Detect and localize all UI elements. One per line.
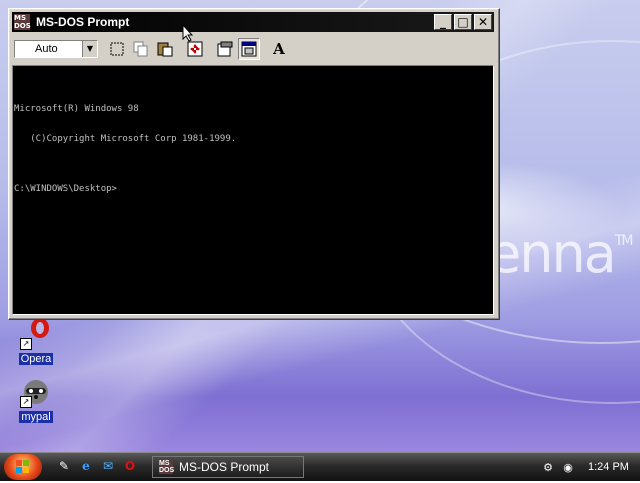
mouse-cursor-icon: [182, 23, 194, 45]
font-icon: A: [273, 40, 285, 58]
chevron-down-icon[interactable]: ▼: [82, 41, 97, 57]
taskbar: ✎ e ✉ O MS DOS MS-DOS Prompt ⚙ ◉ 1:24 PM: [0, 452, 640, 481]
maximize-icon: □: [457, 15, 469, 29]
quick-launch-ie[interactable]: e: [78, 458, 94, 474]
quick-launch-notepad[interactable]: ✎: [56, 458, 72, 474]
mypal-raccoon-icon: ↗: [20, 376, 52, 408]
console-line: (C)Copyright Microsoft Corp 1981-1999.: [14, 134, 237, 144]
wallpaper-brand: ennaTM: [488, 222, 633, 285]
desktop-icon-label: mypal: [19, 411, 53, 423]
quick-launch-outlook[interactable]: ✉: [100, 458, 116, 474]
start-button[interactable]: [4, 454, 42, 480]
maximize-button[interactable]: □: [454, 14, 472, 30]
console-line: Microsoft(R) Windows 98: [14, 104, 139, 114]
properties-button[interactable]: [214, 38, 236, 60]
console-prompt: C:\WINDOWS\Desktop>: [14, 184, 117, 194]
antivirus-icon[interactable]: ◉: [560, 459, 576, 475]
window-titlebar[interactable]: MS DOS MS-DOS Prompt _ □ ✕: [12, 12, 494, 32]
font-size-value: Auto: [35, 43, 58, 55]
mark-button[interactable]: [106, 38, 128, 60]
windows-logo-icon: [16, 460, 29, 473]
ms-dos-prompt-window[interactable]: MS DOS MS-DOS Prompt _ □ ✕ Auto ▼ A Micr…: [8, 8, 500, 320]
copy-icon: [133, 41, 148, 57]
opera-icon: O: [124, 459, 136, 473]
console-output[interactable]: Microsoft(R) Windows 98 (C)Copyright Mic…: [12, 65, 494, 315]
copy-button[interactable]: [130, 38, 152, 60]
shortcut-arrow-icon: ↗: [20, 396, 32, 408]
close-icon: ✕: [477, 15, 489, 29]
notepad-icon: ✎: [58, 459, 70, 473]
ie-icon: e: [82, 459, 90, 473]
window-toolbar: Auto ▼ A: [12, 36, 494, 62]
msdos-icon[interactable]: MS DOS: [14, 14, 31, 30]
background-icon: [241, 41, 257, 57]
font-size-select[interactable]: Auto ▼: [14, 40, 98, 58]
background-button[interactable]: [238, 38, 260, 60]
minimize-button[interactable]: _: [434, 14, 452, 30]
desktop-icon-opera[interactable]: ↗ Opera: [12, 318, 60, 365]
close-button[interactable]: ✕: [474, 14, 492, 30]
taskbar-button-ms-dos-prompt[interactable]: MS DOS MS-DOS Prompt: [152, 456, 304, 478]
clock[interactable]: 1:24 PM: [588, 461, 629, 473]
shortcut-arrow-icon: ↗: [20, 338, 32, 350]
system-tray: ⚙ ◉ 1:24 PM: [536, 456, 636, 478]
desktop-icon-mypal[interactable]: ↗ mypal: [12, 376, 60, 423]
msdos-icon: MS DOS: [159, 460, 175, 474]
properties-icon: [217, 41, 233, 57]
network-icon[interactable]: ⚙: [540, 459, 556, 475]
mark-icon: [110, 42, 124, 56]
window-title: MS-DOS Prompt: [36, 15, 130, 29]
opera-icon: ↗: [20, 318, 52, 350]
taskbar-button-label: MS-DOS Prompt: [179, 460, 270, 474]
outlook-icon: ✉: [102, 459, 114, 473]
minimize-icon: _: [440, 15, 446, 29]
paste-button[interactable]: [154, 38, 176, 60]
paste-icon: [157, 42, 173, 57]
quick-launch-opera[interactable]: O: [122, 458, 138, 474]
font-button[interactable]: A: [268, 38, 290, 60]
desktop-icon-label: Opera: [18, 353, 54, 365]
